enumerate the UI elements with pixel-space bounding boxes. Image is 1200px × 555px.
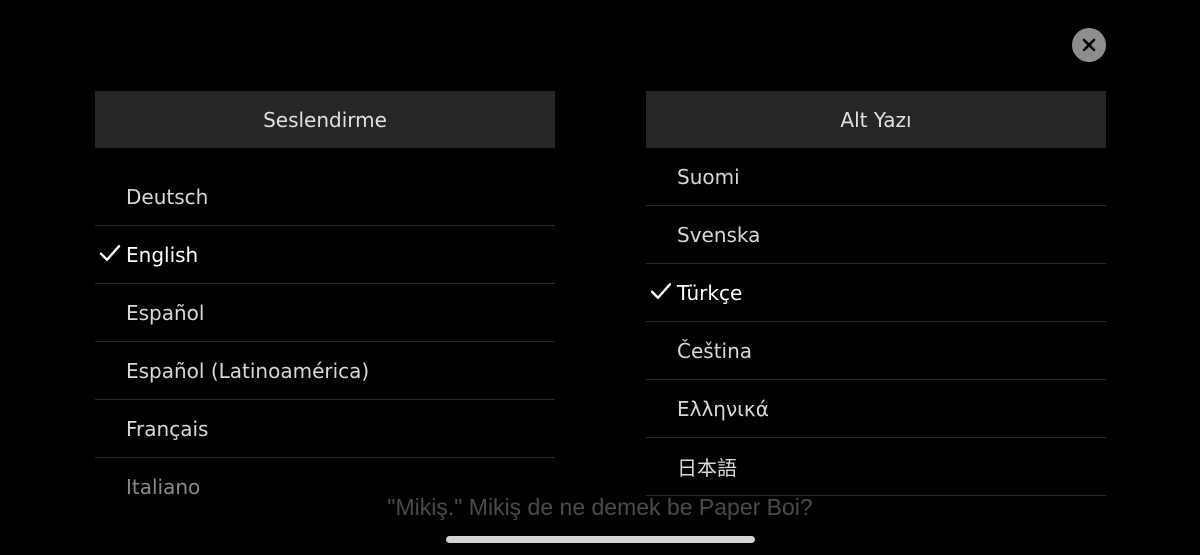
subtitles-list[interactable]: Suomi Svenska Türkçe Čeština Ελληνικά 日本… <box>646 148 1106 506</box>
subtitle-option-cestina[interactable]: Čeština <box>646 322 1106 380</box>
option-label: Ελληνικά <box>677 396 769 421</box>
audio-option-francais[interactable]: Français <box>95 400 555 458</box>
audio-option-espanol-latinoamerica[interactable]: Español (Latinoamérica) <box>95 342 555 400</box>
home-indicator[interactable] <box>446 536 755 543</box>
language-picker-screen: Seslendirme Deutsch English Español Espa… <box>0 0 1200 555</box>
subtitle-option-greek[interactable]: Ελληνικά <box>646 380 1106 438</box>
subtitle-option-suomi[interactable]: Suomi <box>646 148 1106 206</box>
video-caption: "Mikiş." Mikiş de ne demek be Paper Boi? <box>387 494 813 520</box>
audio-panel: Seslendirme Deutsch English Español Espa… <box>95 91 555 499</box>
close-icon <box>1082 38 1096 52</box>
subtitle-option-japanese[interactable]: 日本語 <box>646 438 1106 496</box>
option-label: English <box>126 242 199 267</box>
checkmark-icon <box>99 244 121 261</box>
audio-option-espanol[interactable]: Español <box>95 284 555 342</box>
option-label: Español (Latinoamérica) <box>126 358 370 383</box>
subtitle-option-svenska[interactable]: Svenska <box>646 206 1106 264</box>
close-button[interactable] <box>1072 28 1106 62</box>
option-label: Čeština <box>677 338 753 363</box>
option-label: Suomi <box>677 164 740 189</box>
audio-option-english[interactable]: English <box>95 226 555 284</box>
checkmark-icon <box>650 282 672 299</box>
audio-option-deutsch[interactable]: Deutsch <box>95 168 555 226</box>
subtitle-option-turkce[interactable]: Türkçe <box>646 264 1106 322</box>
subtitles-panel-header: Alt Yazı <box>646 91 1106 148</box>
option-label: Français <box>126 416 209 441</box>
audio-panel-header: Seslendirme <box>95 91 555 148</box>
option-label: Türkçe <box>677 280 743 305</box>
audio-list[interactable]: Deutsch English Español Español (Latinoa… <box>95 168 555 506</box>
option-label: Español <box>126 300 205 325</box>
subtitles-panel: Alt Yazı Suomi Svenska Türkçe Čeština Ελ… <box>646 91 1106 496</box>
option-label: Deutsch <box>126 184 209 209</box>
option-label: Svenska <box>677 222 761 247</box>
option-label: 日本語 <box>677 456 737 480</box>
